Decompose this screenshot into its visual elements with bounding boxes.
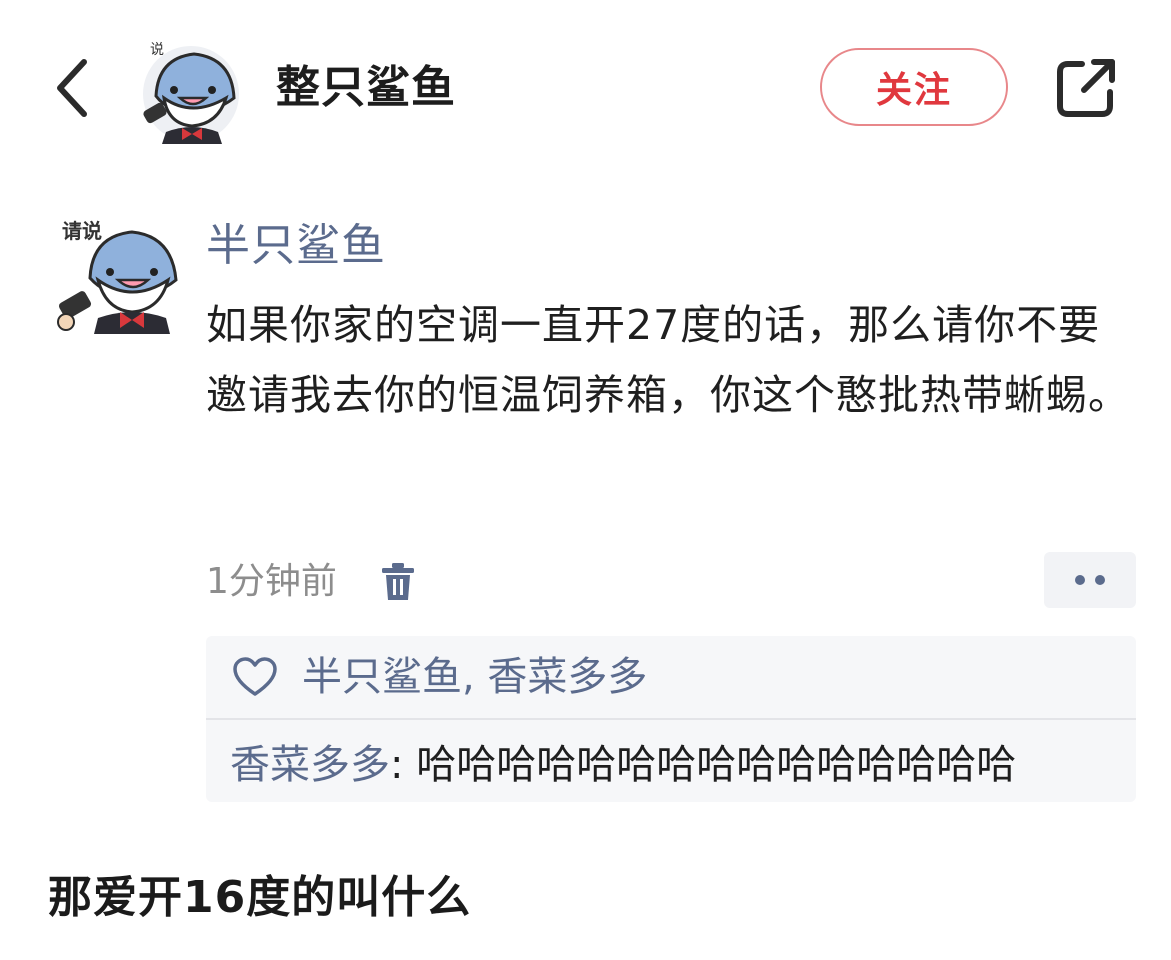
post-body: 如果你家的空调一直开27度的话，那么请你不要邀请我去你的恒温饲养箱，你这个憨批热… [206, 301, 1130, 419]
avatar-caption: 说 [150, 42, 164, 58]
more-actions-button[interactable] [1044, 552, 1136, 608]
comment-separator: : [390, 742, 417, 788]
likes-row: 半只鲨鱼, 香菜多多 [206, 636, 1136, 718]
follow-button[interactable]: 关注 [820, 48, 1008, 126]
like-button[interactable] [232, 656, 278, 698]
comment-text: 哈哈哈哈哈哈哈哈哈哈哈哈哈哈哈 [416, 742, 1017, 788]
back-button[interactable] [46, 52, 106, 124]
post-author-avatar[interactable]: 请说 [56, 212, 188, 334]
liked-by-list[interactable]: 半只鲨鱼, 香菜多多 [302, 648, 647, 706]
comment-item[interactable]: 香菜多多: 哈哈哈哈哈哈哈哈哈哈哈哈哈哈哈 [230, 736, 1016, 794]
share-button[interactable] [1054, 56, 1118, 120]
avatar-caption: 请说 [62, 219, 102, 243]
header-avatar[interactable]: 说 [136, 36, 246, 144]
divider [206, 718, 1136, 720]
external-link-icon [1057, 59, 1115, 117]
comment-author[interactable]: 香菜多多 [230, 742, 390, 788]
delete-button[interactable] [380, 562, 416, 602]
chevron-left-icon [57, 59, 87, 117]
heart-icon [233, 657, 277, 696]
post-timestamp: 1分钟前 [206, 561, 337, 602]
header-username[interactable]: 整只鲨鱼 [276, 58, 456, 118]
interaction-panel: 半只鲨鱼, 香菜多多 香菜多多: 哈哈哈哈哈哈哈哈哈哈哈哈哈哈哈 [206, 636, 1136, 802]
caption-text: 那爱开16度的叫什么 [48, 872, 472, 923]
more-dots-icon [1075, 575, 1105, 585]
post-author-name[interactable]: 半只鲨鱼 [206, 216, 386, 276]
trash-icon [382, 563, 414, 600]
